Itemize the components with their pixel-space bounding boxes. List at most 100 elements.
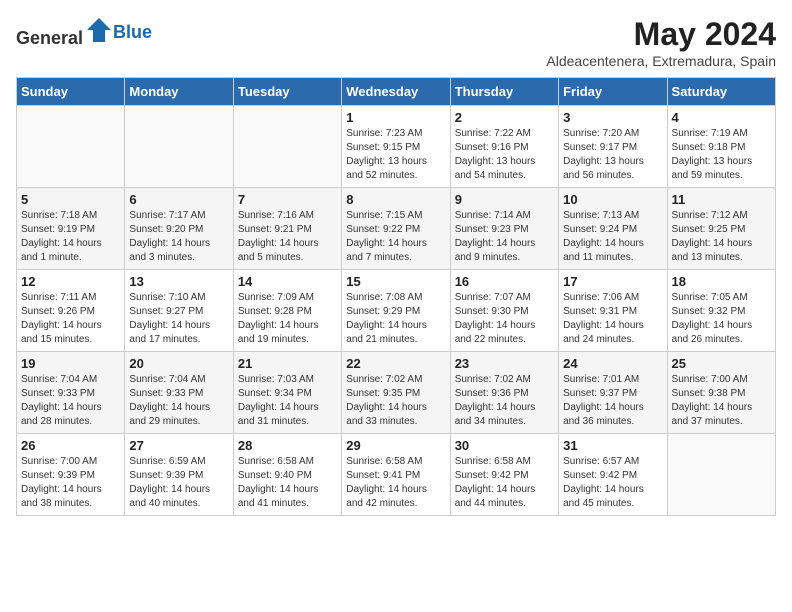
day-number: 1 bbox=[346, 110, 445, 125]
day-info: Sunrise: 6:58 AM Sunset: 9:41 PM Dayligh… bbox=[346, 455, 445, 511]
calendar-cell: 2 Sunrise: 7:22 AM Sunset: 9:16 PM Daylig… bbox=[450, 106, 558, 188]
logo: General Blue bbox=[16, 16, 152, 49]
day-number: 3 bbox=[563, 110, 662, 125]
calendar-cell: 24 Sunrise: 7:01 AM Sunset: 9:37 PM Dayli… bbox=[559, 352, 667, 434]
calendar-cell: 1 Sunrise: 7:23 AM Sunset: 9:15 PM Daylig… bbox=[342, 106, 450, 188]
day-number: 11 bbox=[672, 192, 771, 207]
calendar-cell: 14Sunrise: 7:09 AM Sunset: 9:28 PM Dayli… bbox=[233, 270, 341, 352]
calendar-cell: 22 Sunrise: 7:02 AM Sunset: 9:35 PM Dayli… bbox=[342, 352, 450, 434]
logo-icon bbox=[85, 16, 113, 44]
column-header-friday: Friday bbox=[559, 78, 667, 106]
day-info: Sunrise: 7:12 AM Sunset: 9:25 PM Dayligh… bbox=[672, 209, 771, 265]
day-info: Sunrise: 7:02 AM Sunset: 9:35 PM Dayligh… bbox=[346, 373, 445, 429]
day-info: Sunrise: 6:57 AM Sunset: 9:42 PM Dayligh… bbox=[563, 455, 662, 511]
day-number: 10 bbox=[563, 192, 662, 207]
day-info: Sunrise: 7:08 AM Sunset: 9:29 PM Dayligh… bbox=[346, 291, 445, 347]
day-number: 28 bbox=[238, 438, 337, 453]
day-number: 27 bbox=[129, 438, 228, 453]
day-number: 6 bbox=[129, 192, 228, 207]
day-number: 26 bbox=[21, 438, 120, 453]
day-info: Sunrise: 6:58 AM Sunset: 9:42 PM Dayligh… bbox=[455, 455, 554, 511]
day-info: Sunrise: 7:04 AM Sunset: 9:33 PM Dayligh… bbox=[129, 373, 228, 429]
day-number: 13 bbox=[129, 274, 228, 289]
day-info: Sunrise: 7:16 AM Sunset: 9:21 PM Dayligh… bbox=[238, 209, 337, 265]
day-info: Sunrise: 7:01 AM Sunset: 9:37 PM Dayligh… bbox=[563, 373, 662, 429]
calendar-cell: 8Sunrise: 7:15 AM Sunset: 9:22 PM Daylig… bbox=[342, 188, 450, 270]
calendar-cell: 16 Sunrise: 7:07 AM Sunset: 9:30 PM Dayli… bbox=[450, 270, 558, 352]
day-number: 17 bbox=[563, 274, 662, 289]
day-info: Sunrise: 7:13 AM Sunset: 9:24 PM Dayligh… bbox=[563, 209, 662, 265]
month-year-title: May 2024 bbox=[546, 16, 776, 53]
day-number: 24 bbox=[563, 356, 662, 371]
day-number: 12 bbox=[21, 274, 120, 289]
calendar-cell bbox=[125, 106, 233, 188]
calendar-cell: 21 Sunrise: 7:03 AM Sunset: 9:34 PM Dayli… bbox=[233, 352, 341, 434]
title-area: May 2024 Aldeacentenera, Extremadura, Sp… bbox=[546, 16, 776, 69]
location-subtitle: Aldeacentenera, Extremadura, Spain bbox=[546, 53, 776, 69]
calendar-cell: 7 Sunrise: 7:16 AM Sunset: 9:21 PM Daylig… bbox=[233, 188, 341, 270]
calendar-cell: 5 Sunrise: 7:18 AM Sunset: 9:19 PM Daylig… bbox=[17, 188, 125, 270]
day-number: 5 bbox=[21, 192, 120, 207]
calendar-cell: 15Sunrise: 7:08 AM Sunset: 9:29 PM Dayli… bbox=[342, 270, 450, 352]
calendar-table: SundayMondayTuesdayWednesdayThursdayFrid… bbox=[16, 77, 776, 516]
calendar-cell: 23Sunrise: 7:02 AM Sunset: 9:36 PM Dayli… bbox=[450, 352, 558, 434]
column-header-monday: Monday bbox=[125, 78, 233, 106]
day-info: Sunrise: 7:03 AM Sunset: 9:34 PM Dayligh… bbox=[238, 373, 337, 429]
calendar-cell: 12 Sunrise: 7:11 AM Sunset: 9:26 PM Dayli… bbox=[17, 270, 125, 352]
calendar-cell: 31 Sunrise: 6:57 AM Sunset: 9:42 PM Dayli… bbox=[559, 434, 667, 516]
calendar-cell: 3 Sunrise: 7:20 AM Sunset: 9:17 PM Daylig… bbox=[559, 106, 667, 188]
day-number: 22 bbox=[346, 356, 445, 371]
day-info: Sunrise: 7:11 AM Sunset: 9:26 PM Dayligh… bbox=[21, 291, 120, 347]
day-info: Sunrise: 7:20 AM Sunset: 9:17 PM Dayligh… bbox=[563, 127, 662, 183]
day-info: Sunrise: 7:06 AM Sunset: 9:31 PM Dayligh… bbox=[563, 291, 662, 347]
calendar-cell: 6 Sunrise: 7:17 AM Sunset: 9:20 PM Daylig… bbox=[125, 188, 233, 270]
calendar-cell: 30 Sunrise: 6:58 AM Sunset: 9:42 PM Dayli… bbox=[450, 434, 558, 516]
day-number: 29 bbox=[346, 438, 445, 453]
column-header-saturday: Saturday bbox=[667, 78, 775, 106]
day-info: Sunrise: 7:17 AM Sunset: 9:20 PM Dayligh… bbox=[129, 209, 228, 265]
day-info: Sunrise: 7:14 AM Sunset: 9:23 PM Dayligh… bbox=[455, 209, 554, 265]
day-info: Sunrise: 7:00 AM Sunset: 9:39 PM Dayligh… bbox=[21, 455, 120, 511]
calendar-cell: 17 Sunrise: 7:06 AM Sunset: 9:31 PM Dayli… bbox=[559, 270, 667, 352]
calendar-cell: 28 Sunrise: 6:58 AM Sunset: 9:40 PM Dayli… bbox=[233, 434, 341, 516]
calendar-cell: 26 Sunrise: 7:00 AM Sunset: 9:39 PM Dayli… bbox=[17, 434, 125, 516]
logo-blue-text: Blue bbox=[113, 22, 152, 43]
day-info: Sunrise: 6:59 AM Sunset: 9:39 PM Dayligh… bbox=[129, 455, 228, 511]
day-number: 30 bbox=[455, 438, 554, 453]
calendar-cell: 29 Sunrise: 6:58 AM Sunset: 9:41 PM Dayli… bbox=[342, 434, 450, 516]
calendar-cell: 9 Sunrise: 7:14 AM Sunset: 9:23 PM Daylig… bbox=[450, 188, 558, 270]
calendar-cell: 13 Sunrise: 7:10 AM Sunset: 9:27 PM Dayli… bbox=[125, 270, 233, 352]
calendar-week-row: 1 Sunrise: 7:23 AM Sunset: 9:15 PM Daylig… bbox=[17, 106, 776, 188]
calendar-cell: 4Sunrise: 7:19 AM Sunset: 9:18 PM Daylig… bbox=[667, 106, 775, 188]
day-number: 2 bbox=[455, 110, 554, 125]
column-header-thursday: Thursday bbox=[450, 78, 558, 106]
day-number: 21 bbox=[238, 356, 337, 371]
day-info: Sunrise: 7:22 AM Sunset: 9:16 PM Dayligh… bbox=[455, 127, 554, 183]
day-number: 9 bbox=[455, 192, 554, 207]
day-info: Sunrise: 7:04 AM Sunset: 9:33 PM Dayligh… bbox=[21, 373, 120, 429]
calendar-week-row: 26 Sunrise: 7:00 AM Sunset: 9:39 PM Dayli… bbox=[17, 434, 776, 516]
calendar-week-row: 5 Sunrise: 7:18 AM Sunset: 9:19 PM Daylig… bbox=[17, 188, 776, 270]
calendar-cell: 19 Sunrise: 7:04 AM Sunset: 9:33 PM Dayli… bbox=[17, 352, 125, 434]
day-number: 31 bbox=[563, 438, 662, 453]
header: General Blue May 2024 Aldeacentenera, Ex… bbox=[16, 16, 776, 69]
day-info: Sunrise: 7:19 AM Sunset: 9:18 PM Dayligh… bbox=[672, 127, 771, 183]
day-number: 19 bbox=[21, 356, 120, 371]
day-number: 23 bbox=[455, 356, 554, 371]
day-number: 16 bbox=[455, 274, 554, 289]
day-info: Sunrise: 7:18 AM Sunset: 9:19 PM Dayligh… bbox=[21, 209, 120, 265]
day-number: 18 bbox=[672, 274, 771, 289]
calendar-cell: 20Sunrise: 7:04 AM Sunset: 9:33 PM Dayli… bbox=[125, 352, 233, 434]
calendar-cell bbox=[667, 434, 775, 516]
day-info: Sunrise: 7:10 AM Sunset: 9:27 PM Dayligh… bbox=[129, 291, 228, 347]
logo-general-text: General bbox=[16, 28, 83, 48]
day-info: Sunrise: 6:58 AM Sunset: 9:40 PM Dayligh… bbox=[238, 455, 337, 511]
calendar-week-row: 19 Sunrise: 7:04 AM Sunset: 9:33 PM Dayli… bbox=[17, 352, 776, 434]
day-info: Sunrise: 7:07 AM Sunset: 9:30 PM Dayligh… bbox=[455, 291, 554, 347]
calendar-cell: 10 Sunrise: 7:13 AM Sunset: 9:24 PM Dayli… bbox=[559, 188, 667, 270]
calendar-header-row: SundayMondayTuesdayWednesdayThursdayFrid… bbox=[17, 78, 776, 106]
day-info: Sunrise: 7:23 AM Sunset: 9:15 PM Dayligh… bbox=[346, 127, 445, 183]
calendar-week-row: 12 Sunrise: 7:11 AM Sunset: 9:26 PM Dayli… bbox=[17, 270, 776, 352]
day-number: 7 bbox=[238, 192, 337, 207]
day-info: Sunrise: 7:05 AM Sunset: 9:32 PM Dayligh… bbox=[672, 291, 771, 347]
